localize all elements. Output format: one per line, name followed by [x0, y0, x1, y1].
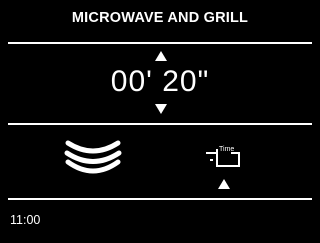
time-label: Time — [219, 146, 234, 153]
increase-time-arrow-icon[interactable] — [155, 51, 167, 61]
timer-display: 00' 20" — [110, 65, 210, 98]
decrease-time-arrow-icon[interactable] — [155, 104, 167, 114]
program-title: MICROWAVE AND GRILL — [71, 10, 249, 26]
clock-display: 11:00 — [10, 213, 41, 227]
microwave-waves-icon[interactable] — [58, 132, 128, 177]
grill-mode-time-icon[interactable]: Time — [196, 140, 252, 172]
top-divider — [8, 42, 312, 44]
confirm-mode-arrow-icon[interactable] — [218, 179, 230, 189]
middle-divider — [8, 123, 312, 125]
bottom-divider — [8, 198, 312, 200]
